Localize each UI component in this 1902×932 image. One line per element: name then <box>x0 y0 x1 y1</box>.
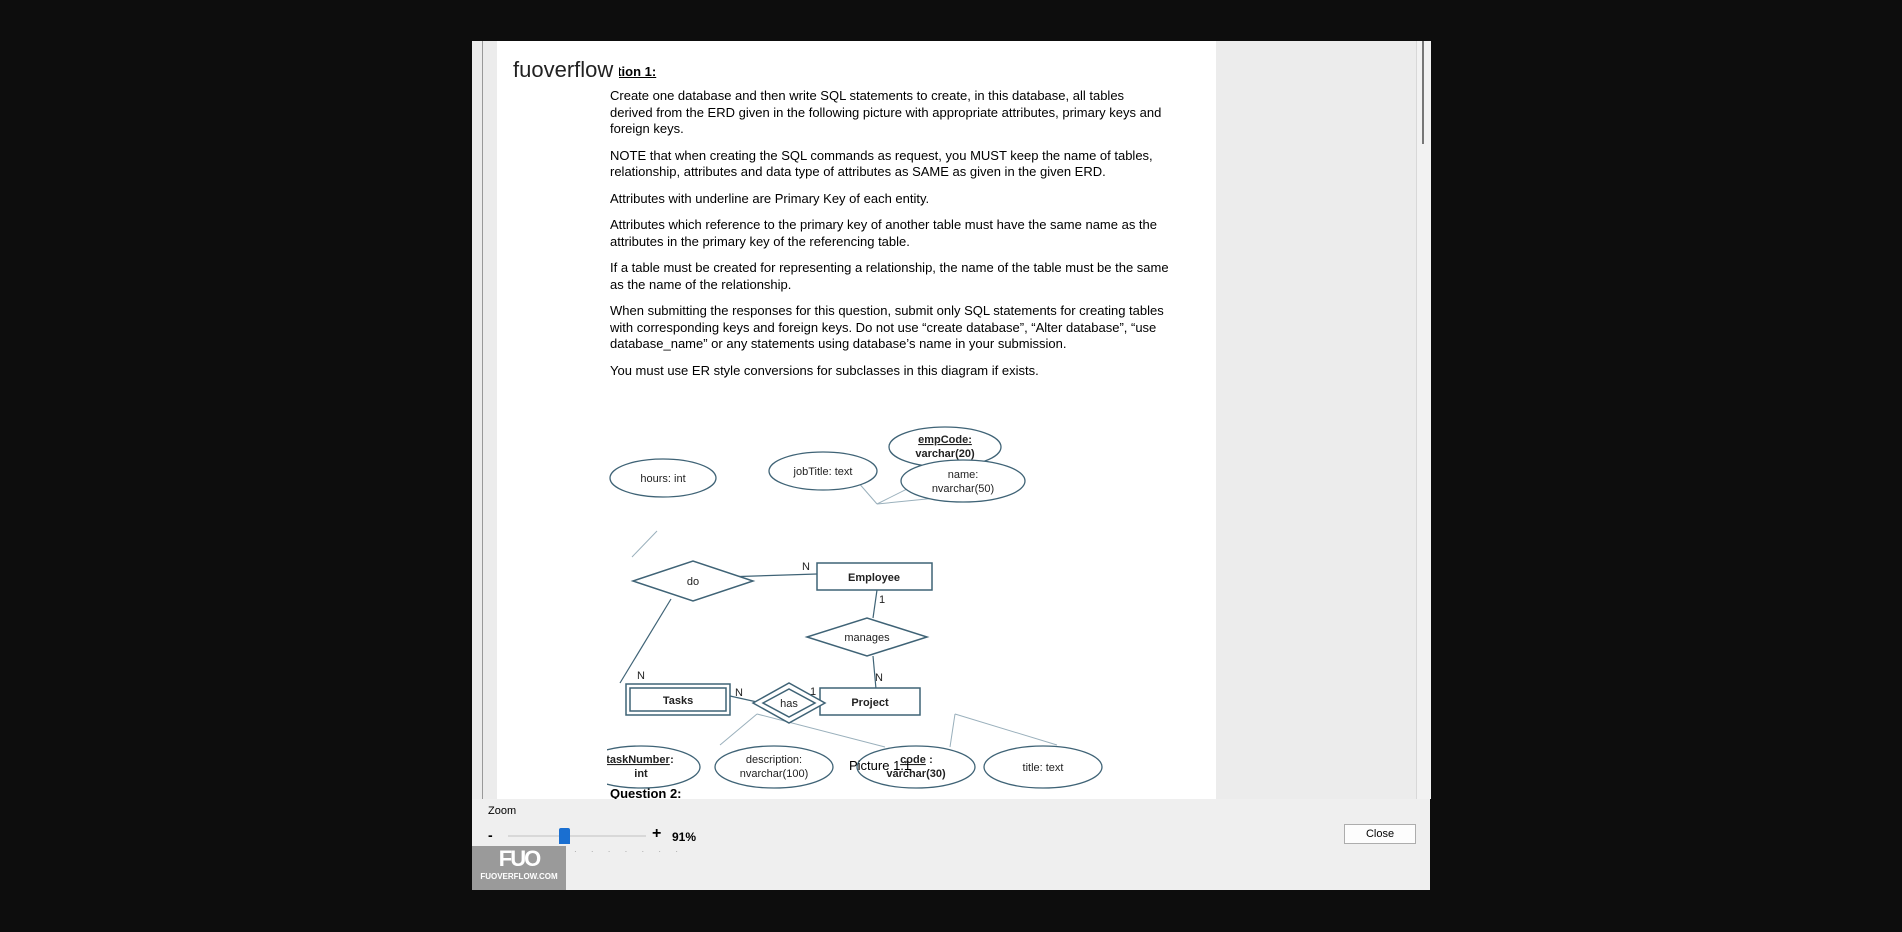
name-label: name: <box>948 469 979 481</box>
logo-mark: FUO <box>498 846 541 871</box>
code-colon: : <box>929 754 933 766</box>
zoom-in-icon[interactable]: + <box>652 825 661 843</box>
tasknumber-colon: : <box>670 754 674 766</box>
paragraph: Attributes which reference to the primar… <box>610 217 1158 249</box>
cardinality-label: 1 <box>810 686 816 698</box>
paragraph: NOTE that when creating the SQL commands… <box>610 147 1153 180</box>
title-label: title: text <box>1023 762 1064 774</box>
paragraph: If a table must be created for represent… <box>610 260 1169 292</box>
tasknumber-type: int <box>634 768 648 780</box>
attr-name-ellipse <box>900 459 1026 503</box>
description-label: description: <box>746 754 802 766</box>
paragraph: Attributes with underline are Primary Ke… <box>610 190 930 206</box>
hours-label: hours: int <box>640 473 685 485</box>
tasknumber-label: taskNumber <box>607 754 671 766</box>
project-label: Project <box>851 697 889 709</box>
description-type: nvarchar(100) <box>740 768 808 780</box>
manages-label: manages <box>844 632 890 644</box>
logo-text: FUOVERFLOW.COM <box>480 872 558 881</box>
zoom-out-icon[interactable]: - <box>488 827 493 843</box>
figure-caption: Picture 1.1 <box>849 758 912 773</box>
has-label: has <box>780 698 798 710</box>
close-button[interactable]: Close <box>1344 824 1416 844</box>
left-margin-bar <box>482 41 495 799</box>
empcode-label: empCode: <box>918 434 972 446</box>
zoom-slider-thumb[interactable] <box>559 828 570 844</box>
zoom-slider-track[interactable] <box>508 835 646 837</box>
document-page: stion 1: Create one database and then wr… <box>497 41 1216 799</box>
attr-description-ellipse <box>714 745 834 789</box>
er-diagram: empCode: varchar(20) jobTitle: text name… <box>607 426 1103 789</box>
paragraph: Create one database and then write SQL s… <box>610 88 1162 136</box>
employee-label: Employee <box>848 572 900 584</box>
name-type: nvarchar(50) <box>932 483 994 495</box>
empcode-type: varchar(20) <box>915 448 975 460</box>
do-label: do <box>687 576 699 588</box>
question-1-body: Create one database and then write SQL s… <box>610 88 1170 389</box>
watermark-label: fuoverflow <box>507 53 620 87</box>
document-viewport: stion 1: Create one database and then wr… <box>472 41 1416 799</box>
attr-tasknumber-ellipse <box>607 745 701 789</box>
paragraph: When submitting the responses for this q… <box>610 303 1164 351</box>
question-2-title: Question 2: <box>610 786 682 799</box>
zoom-slider-ticks: · · · · · · · <box>574 847 684 856</box>
cardinality-label: N <box>875 672 883 684</box>
cardinality-label: N <box>802 561 810 573</box>
fuoverflow-logo: FUO FUOVERFLOW.COM <box>472 846 566 890</box>
cardinality-label: N <box>735 687 743 699</box>
jobtitle-label: jobTitle: text <box>793 466 853 478</box>
zoom-percent: 91% <box>672 830 697 844</box>
zoom-label: Zoom <box>488 805 517 817</box>
cardinality-label: N <box>637 670 645 682</box>
paragraph: You must use ER style conversions for su… <box>610 362 1039 378</box>
cardinality-label: 1 <box>879 594 885 606</box>
tasks-label: Tasks <box>663 695 693 707</box>
scrollbar-thumb[interactable] <box>1422 41 1424 144</box>
document-viewer-window: stion 1: Create one database and then wr… <box>472 41 1431 890</box>
vertical-scrollbar[interactable] <box>1416 41 1431 799</box>
